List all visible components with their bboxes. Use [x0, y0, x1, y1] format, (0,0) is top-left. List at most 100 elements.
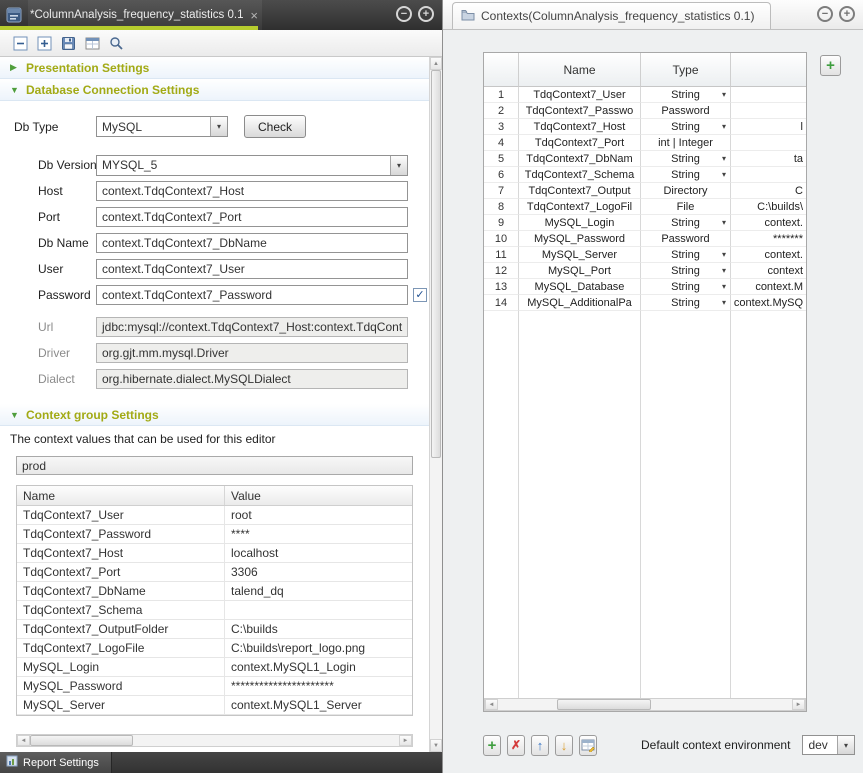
chevron-down-icon: ▾ [722, 282, 726, 291]
move-up-button[interactable]: ↑ [531, 735, 549, 756]
context-type-cell[interactable]: String▾ [641, 215, 731, 231]
minimize-button[interactable]: − [817, 6, 833, 22]
context-name-cell[interactable]: MySQL_Server [519, 247, 641, 263]
section-context-group-settings[interactable]: ▼ Context group Settings [0, 404, 429, 426]
context-value-cell[interactable]: ******* [731, 231, 806, 247]
context-type-cell[interactable]: Password [641, 103, 731, 119]
scroll-right-icon[interactable]: ► [399, 735, 412, 746]
context-type-cell[interactable]: String▾ [641, 119, 731, 135]
context-name-cell[interactable]: TdqContext7_Host [519, 119, 641, 135]
section-presentation-settings[interactable]: ▶ Presentation Settings [0, 57, 429, 79]
context-value-cell[interactable]: context.M [731, 279, 806, 295]
context-type-cell[interactable]: String▾ [641, 167, 731, 183]
context-value-cell[interactable]: context.MySQ [731, 295, 806, 311]
tab-contexts[interactable]: Contexts(ColumnAnalysis_frequency_statis… [452, 2, 771, 29]
context-name-cell[interactable]: TdqContext7_Port [519, 135, 641, 151]
context-type-cell[interactable]: String▾ [641, 295, 731, 311]
context-value-cell[interactable]: l [731, 119, 806, 135]
chevron-down-icon: ▾ [722, 266, 726, 275]
context-value-cell[interactable]: ta [731, 151, 806, 167]
context-type-cell[interactable]: Directory [641, 183, 731, 199]
scroll-left-icon[interactable]: ◄ [17, 735, 30, 746]
minimize-button[interactable]: − [396, 6, 412, 22]
scrollbar-thumb[interactable] [431, 70, 441, 458]
scroll-left-icon[interactable]: ◄ [485, 699, 498, 710]
context-name-cell[interactable]: TdqContext7_Schema [519, 167, 641, 183]
driver-input: org.gjt.mm.mysql.Driver [96, 343, 408, 363]
add-variable-button[interactable]: + [483, 735, 501, 756]
reuse-context-icon [581, 738, 595, 752]
chevron-down-icon: ▾ [722, 250, 726, 259]
context-type-cell[interactable]: String▾ [641, 247, 731, 263]
context-value-cell[interactable]: context. [731, 215, 806, 231]
maximize-button[interactable]: + [839, 6, 855, 22]
context-value-cell[interactable] [731, 87, 806, 103]
collapse-all-button[interactable] [12, 35, 29, 52]
row-number: 14 [484, 295, 519, 311]
add-context-column-button[interactable]: + [820, 55, 841, 76]
tab-report-settings[interactable]: Report Settings [0, 752, 112, 773]
context-type-cell[interactable]: Password [641, 231, 731, 247]
generate-report-button[interactable] [84, 35, 101, 52]
column-header-name: Name [17, 486, 225, 505]
save-button[interactable] [60, 35, 77, 52]
context-value-cell[interactable] [731, 135, 806, 151]
context-type-cell[interactable]: String▾ [641, 263, 731, 279]
password-input[interactable]: context.TdqContext7_Password [96, 285, 408, 305]
row-number: 6 [484, 167, 519, 183]
context-name-cell[interactable]: TdqContext7_LogoFil [519, 199, 641, 215]
context-name-cell[interactable]: TdqContext7_DbNam [519, 151, 641, 167]
close-icon[interactable]: × [250, 8, 258, 23]
dialect-row: Dialect org.hibernate.dialect.MySQLDiale… [0, 366, 429, 392]
maximize-button[interactable]: + [418, 6, 434, 22]
reuse-context-button[interactable] [579, 735, 597, 756]
context-type-cell[interactable]: String▾ [641, 87, 731, 103]
left-horizontal-scrollbar[interactable]: ◄ ► [16, 734, 413, 747]
context-type-cell[interactable]: File [641, 199, 731, 215]
context-type-cell[interactable]: String▾ [641, 279, 731, 295]
scrollbar-thumb[interactable] [30, 735, 133, 746]
context-name-cell[interactable]: TdqContext7_User [519, 87, 641, 103]
password-context-checkbox[interactable]: ✓ [413, 288, 427, 302]
db-version-row: Db Version MYSQL_5 ▾ [0, 152, 429, 178]
context-value-cell[interactable]: context [731, 263, 806, 279]
context-type-cell[interactable]: int | Integer [641, 135, 731, 151]
context-name-cell[interactable]: MySQL_Database [519, 279, 641, 295]
context-name-cell[interactable]: MySQL_AdditionalPa [519, 295, 641, 311]
zoom-icon[interactable] [108, 35, 125, 52]
scroll-down-icon[interactable]: ▼ [430, 739, 442, 752]
context-name-cell[interactable]: MySQL_Login [519, 215, 641, 231]
row-number: 2 [484, 103, 519, 119]
section-database-connection-settings[interactable]: ▼ Database Connection Settings [0, 79, 429, 101]
user-input[interactable]: context.TdqContext7_User [96, 259, 408, 279]
context-value-cell[interactable] [731, 167, 806, 183]
scrollbar-thumb[interactable] [557, 699, 651, 710]
remove-variable-button[interactable]: ✗ [507, 735, 525, 756]
context-name-cell[interactable]: MySQL_Password [519, 231, 641, 247]
environment-select[interactable]: dev ▾ [802, 735, 855, 755]
contexts-horizontal-scrollbar[interactable]: ◄ ► [484, 698, 806, 711]
db-name-input[interactable]: context.TdqContext7_DbName [96, 233, 408, 253]
left-vertical-scrollbar[interactable]: ▲ ▼ [429, 57, 442, 752]
context-value-cell[interactable] [731, 103, 806, 119]
context-type-cell[interactable]: String▾ [641, 151, 731, 167]
column-header-index [484, 53, 519, 87]
context-name-cell[interactable]: TdqContext7_Output [519, 183, 641, 199]
context-value-cell[interactable]: C [731, 183, 806, 199]
expand-all-button[interactable] [36, 35, 53, 52]
context-name-cell[interactable]: MySQL_Port [519, 263, 641, 279]
context-group-name-field[interactable]: prod [16, 456, 413, 475]
context-value-cell[interactable]: C:\builds\ [731, 199, 806, 215]
context-name-cell[interactable]: TdqContext7_Passwo [519, 103, 641, 119]
scroll-up-icon[interactable]: ▲ [430, 57, 442, 70]
db-version-select[interactable]: MYSQL_5 ▾ [96, 155, 408, 176]
column-header-value [731, 53, 806, 87]
scroll-right-icon[interactable]: ► [792, 699, 805, 710]
chevron-down-icon: ▾ [722, 170, 726, 179]
context-value-cell[interactable]: context. [731, 247, 806, 263]
host-input[interactable]: context.TdqContext7_Host [96, 181, 408, 201]
db-type-select[interactable]: MySQL ▾ [96, 116, 228, 137]
check-connection-button[interactable]: Check [244, 115, 306, 138]
move-down-button[interactable]: ↓ [555, 735, 573, 756]
port-input[interactable]: context.TdqContext7_Port [96, 207, 408, 227]
